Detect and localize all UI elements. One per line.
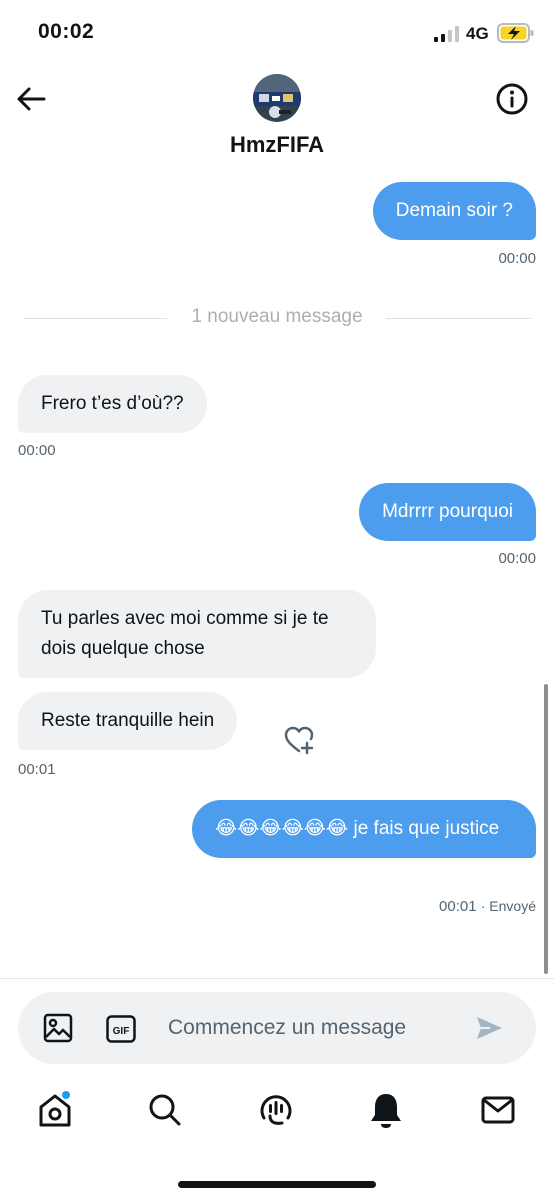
message-bubble-outgoing[interactable]: Mdrrrr pourquoi	[359, 483, 536, 541]
heart-plus-icon[interactable]	[283, 724, 315, 756]
message-timestamp: 00:00	[498, 550, 536, 567]
new-message-divider: 1 nouveau message	[191, 306, 363, 327]
message-bubble-outgoing[interactable]: 😂😂😂😂😂😂 je fais que justice	[192, 800, 536, 858]
message-timestamp: 00:00	[18, 442, 56, 459]
gif-label: GIF	[113, 1026, 130, 1037]
send-icon[interactable]	[474, 1014, 504, 1042]
conversation-header: HmzFIFA	[0, 70, 554, 170]
status-time: 00:02	[38, 20, 95, 43]
message-timestamp: 00:01	[18, 761, 56, 778]
message-timestamp: 00:01	[439, 898, 477, 915]
avatar[interactable]	[253, 74, 301, 122]
message-bubble-incoming[interactable]: Tu parles avec moi comme si je te dois q…	[18, 590, 376, 678]
message-input[interactable]	[168, 1008, 458, 1048]
message-bubble-incoming[interactable]: Frero t’es d’où??	[18, 375, 207, 433]
back-arrow-icon[interactable]	[14, 84, 48, 114]
message-bubble-outgoing[interactable]: Demain soir ?	[372, 182, 536, 240]
signal-icon	[434, 26, 459, 42]
message-composer: GIF	[18, 992, 536, 1064]
message-bubble-incoming[interactable]: Reste tranquille hein	[18, 692, 238, 750]
divider-line-right	[386, 318, 531, 319]
message-timestamp: 00:00	[498, 250, 536, 267]
status-bar: 00:02 4G	[0, 0, 554, 70]
composer-divider	[0, 978, 554, 979]
search-icon[interactable]	[145, 1090, 185, 1130]
mail-icon[interactable]	[478, 1090, 518, 1130]
notification-dot	[62, 1091, 70, 1099]
image-icon[interactable]	[43, 1013, 73, 1043]
spaces-icon[interactable]	[256, 1090, 296, 1130]
home-indicator	[178, 1181, 376, 1188]
message-status: 00:01 · Envoyé	[439, 898, 536, 915]
bottom-nav	[0, 1080, 554, 1160]
contact-name[interactable]: HmzFIFA	[0, 132, 554, 158]
gif-icon[interactable]: GIF	[106, 1015, 136, 1043]
scrollbar[interactable]	[544, 684, 548, 974]
info-icon[interactable]	[495, 82, 529, 116]
battery-charging-icon	[497, 23, 534, 43]
network-type: 4G	[466, 24, 489, 43]
delivery-status: · Envoyé	[480, 898, 536, 914]
bell-icon[interactable]	[366, 1090, 406, 1130]
